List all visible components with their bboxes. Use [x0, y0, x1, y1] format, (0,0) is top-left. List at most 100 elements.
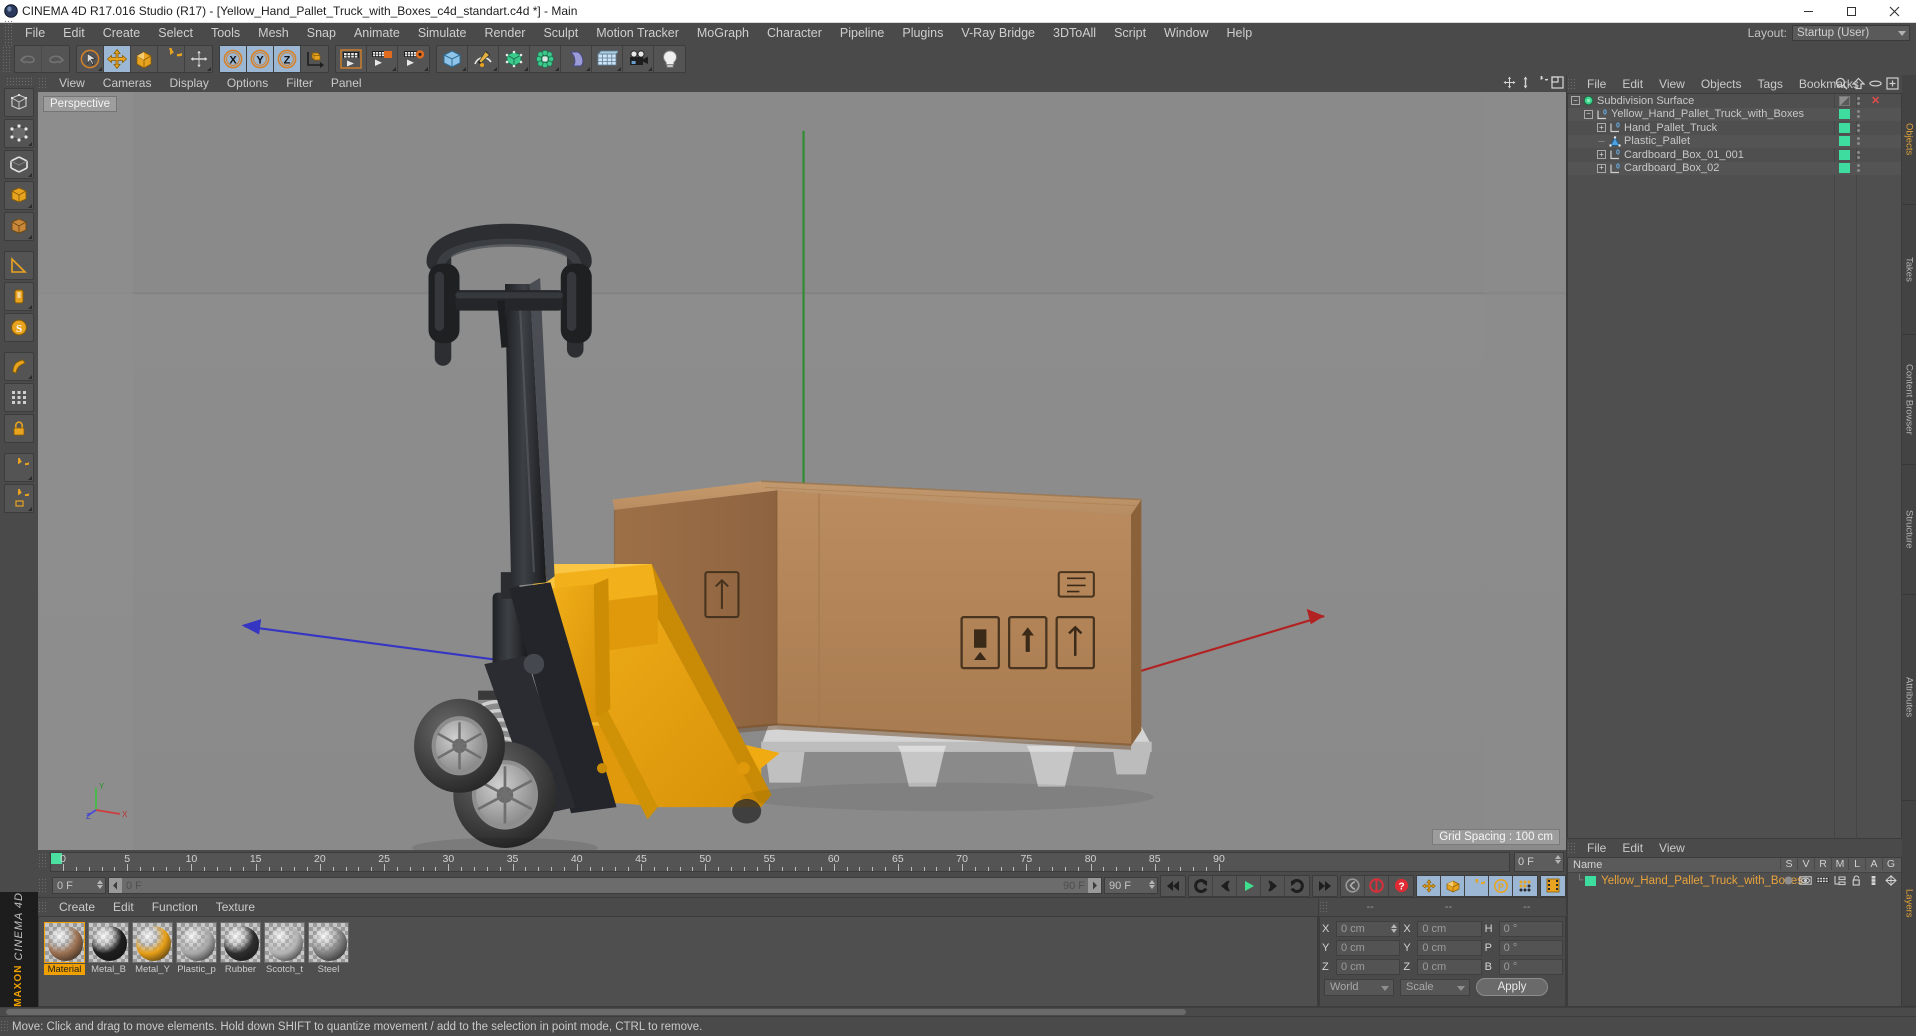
controls-grip-handle[interactable]: [38, 877, 47, 894]
object-manager-row[interactable]: +0 Cardboard_Box_01_001: [1568, 148, 1901, 162]
close-button[interactable]: [1873, 0, 1916, 23]
editor-render-dots-icon[interactable]: [1857, 164, 1865, 173]
play-button[interactable]: [1237, 875, 1261, 896]
object-manager-row[interactable]: +0 Cardboard_Box_02: [1568, 161, 1901, 175]
render-view-button[interactable]: [336, 46, 367, 72]
collapse-tree-icon[interactable]: −: [1584, 109, 1593, 119]
visibility-dot-green[interactable]: [1839, 109, 1850, 120]
material-swatch[interactable]: Metal_B: [88, 922, 129, 975]
viewport-menu-cameras[interactable]: Cameras: [94, 75, 161, 92]
add-cube-primitive-button[interactable]: [437, 46, 468, 72]
object-menu-tags[interactable]: Tags: [1750, 75, 1791, 93]
material-menu-function[interactable]: Function: [143, 898, 207, 916]
layer-column-header[interactable]: A: [1865, 858, 1882, 870]
rotation-b-field[interactable]: 0 °: [1498, 958, 1563, 975]
lock-toggle-icon[interactable]: [1848, 873, 1865, 888]
material-menu-create[interactable]: Create: [50, 898, 104, 916]
visibility-dot-gray[interactable]: [1839, 95, 1850, 106]
coordinates-grip-handle[interactable]: [1319, 900, 1328, 914]
add-bend-deformer-button[interactable]: [561, 46, 592, 72]
menu-select[interactable]: Select: [149, 23, 202, 43]
stepper-icon[interactable]: [1391, 923, 1398, 933]
expand-tree-icon[interactable]: +: [1597, 163, 1606, 173]
layer-column-header[interactable]: R: [1814, 858, 1831, 870]
sculpt-tool-button[interactable]: S: [4, 313, 34, 342]
lock-y-axis-button[interactable]: Y: [247, 46, 274, 72]
viewport-menu-options[interactable]: Options: [218, 75, 277, 92]
record-active-objects-button[interactable]: [1365, 875, 1389, 896]
transform-tool-button[interactable]: [185, 46, 212, 72]
left-toolbar-grip-handle[interactable]: [6, 77, 32, 86]
undo-button[interactable]: [15, 46, 42, 72]
world-object-coordinate-toggle-button[interactable]: [301, 46, 328, 72]
keyframe-rotation-button[interactable]: [1465, 875, 1489, 896]
menu-grip-handle[interactable]: [4, 20, 13, 46]
workplane-tool-button[interactable]: [4, 251, 34, 280]
vertical-tab[interactable]: Attributes: [1902, 595, 1916, 801]
material-swatch[interactable]: Metal_Y: [132, 922, 173, 975]
object-manager-row[interactable]: ─ Plastic_Pallet: [1568, 134, 1901, 148]
material-preview[interactable]: [264, 922, 305, 963]
object-manager-list[interactable]: − Subdivision Surface ✕ −0 Yellow_Hand_Palle…: [1567, 93, 1902, 839]
stepper-icon[interactable]: [1149, 880, 1155, 889]
search-icon[interactable]: [1835, 77, 1848, 93]
visibility-toggle-icon[interactable]: [1797, 873, 1814, 888]
material-manager-grip-handle[interactable]: [38, 900, 47, 914]
lock-workplane-button[interactable]: [4, 414, 34, 443]
menu-mesh[interactable]: Mesh: [249, 23, 298, 43]
layer-column-header[interactable]: M: [1831, 858, 1848, 870]
layer-column-header[interactable]: G: [1882, 858, 1899, 870]
lock-z-axis-button[interactable]: Z: [274, 46, 301, 72]
redo-button[interactable]: [42, 46, 69, 72]
visibility-dot-green[interactable]: [1839, 149, 1850, 160]
polygon-mode-button[interactable]: [4, 181, 34, 210]
stepper-icon[interactable]: [97, 880, 103, 889]
menu-help[interactable]: Help: [1218, 23, 1262, 43]
timeline-range-slider[interactable]: 0 F 90 F: [108, 877, 1102, 894]
preview-end-field[interactable]: 0 F: [1514, 852, 1564, 872]
timeline-grip-handle[interactable]: [38, 853, 47, 869]
menu-mograph[interactable]: MoGraph: [688, 23, 758, 43]
material-menu-texture[interactable]: Texture: [207, 898, 264, 916]
maximize-viewport-icon[interactable]: [1551, 76, 1564, 92]
position-x-field[interactable]: 0 cm: [1336, 920, 1401, 937]
lock-x-axis-button[interactable]: X: [220, 46, 247, 72]
layer-menu-view[interactable]: View: [1651, 839, 1693, 857]
table-row[interactable]: └ Yellow_Hand_Pallet_Truck_with_Boxes: [1568, 873, 1901, 888]
play-backwards-button[interactable]: [1189, 875, 1213, 896]
axis-modification-button[interactable]: [4, 282, 34, 311]
add-light-button[interactable]: [654, 46, 685, 72]
apply-button[interactable]: Apply: [1476, 978, 1548, 996]
layer-color-swatch[interactable]: [1585, 875, 1597, 886]
material-preview[interactable]: [308, 922, 349, 963]
stepper-icon[interactable]: [1555, 855, 1561, 864]
edge-mode-button[interactable]: [4, 150, 34, 179]
texture-mode-button[interactable]: [4, 212, 34, 241]
visibility-dot-green[interactable]: [1839, 122, 1850, 133]
move-tool-button[interactable]: [104, 46, 131, 72]
object-manager-row[interactable]: − Subdivision Surface ✕: [1568, 94, 1901, 108]
expand-tree-icon[interactable]: +: [1597, 150, 1606, 160]
add-deformer-button[interactable]: [530, 46, 561, 72]
position-z-field[interactable]: 0 cm: [1336, 958, 1401, 975]
slider-right-handle-icon[interactable]: [1088, 878, 1101, 893]
material-preview[interactable]: [44, 922, 85, 963]
go-up-hierarchy-icon[interactable]: [1851, 77, 1866, 93]
editor-render-dots-icon[interactable]: [1857, 123, 1865, 132]
workplane-rotate-button[interactable]: [4, 453, 34, 482]
menu-create[interactable]: Create: [94, 23, 150, 43]
scale-tool-button[interactable]: [131, 46, 158, 72]
editor-render-dots-icon[interactable]: [1857, 96, 1865, 105]
coordinate-system-dropdown[interactable]: World: [1324, 978, 1394, 996]
quantize-tool-button[interactable]: [4, 383, 34, 412]
rotate-tool-button[interactable]: [158, 46, 185, 72]
object-menu-objects[interactable]: Objects: [1693, 75, 1750, 93]
zoom-view-icon[interactable]: [1519, 76, 1532, 92]
layer-menu-edit[interactable]: Edit: [1614, 839, 1651, 857]
keyframe-parameter-button[interactable]: P: [1489, 875, 1513, 896]
object-menu-edit[interactable]: Edit: [1614, 75, 1651, 93]
viewport-menu-display[interactable]: Display: [160, 75, 217, 92]
editor-render-dots-icon[interactable]: [1857, 150, 1865, 159]
expand-tree-icon[interactable]: +: [1597, 123, 1606, 133]
timeline-filmstrip-button[interactable]: [1541, 875, 1565, 896]
